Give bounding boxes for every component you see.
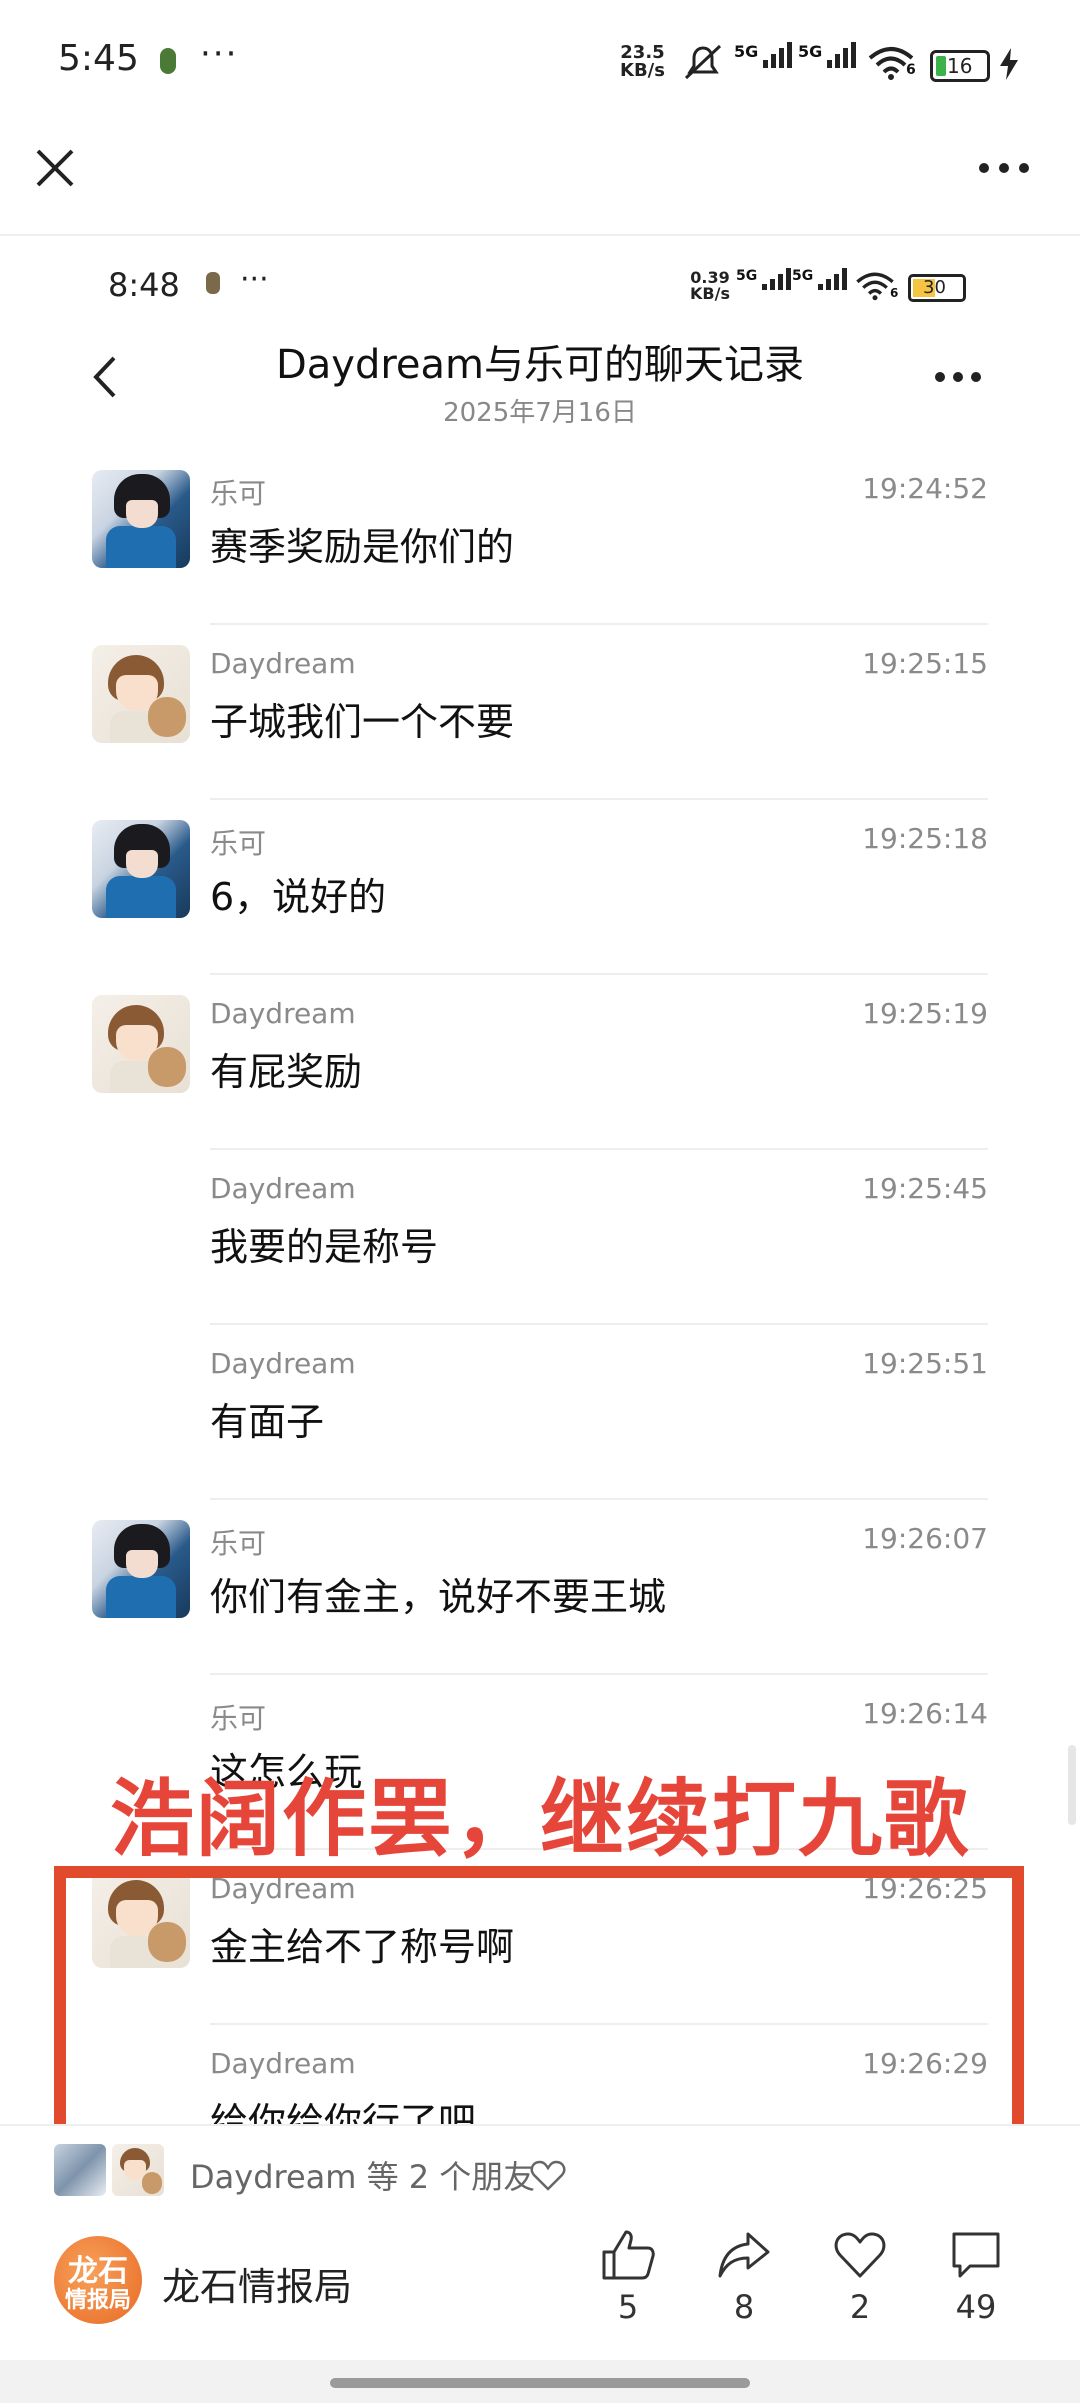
friend-avatar bbox=[112, 2144, 164, 2196]
person-icon bbox=[160, 48, 176, 74]
account-name[interactable]: 龙石情报局 bbox=[162, 2256, 352, 2311]
top-divider bbox=[0, 234, 1080, 236]
favorite-count: 2 bbox=[849, 2288, 871, 2326]
message-time: 19:25:51 bbox=[862, 1347, 988, 1380]
mute-bell-icon bbox=[684, 44, 722, 80]
message-text: 我要的是称号 bbox=[210, 1225, 439, 1269]
message-sender: 乐可 bbox=[210, 827, 267, 860]
share-icon bbox=[718, 2232, 770, 2278]
signal-5g-icon: 5G bbox=[734, 42, 795, 68]
message-text: 有屁奖励 bbox=[210, 1050, 363, 1094]
chat-more-icon[interactable] bbox=[934, 370, 982, 384]
more-options-icon[interactable] bbox=[978, 160, 1030, 176]
message-row: 乐可 19:25:18 6，说好的 bbox=[0, 800, 1080, 975]
message-text: 有面子 bbox=[210, 1400, 325, 1444]
inner-battery-icon: 30 bbox=[908, 274, 966, 302]
message-row: 乐可 19:26:07 你们有金主，说好不要王城 bbox=[0, 1500, 1080, 1675]
heart-outline-icon bbox=[530, 2160, 566, 2191]
favorite-button[interactable]: 2 bbox=[820, 2228, 900, 2326]
inner-signal-icon-2: 5G bbox=[792, 268, 850, 290]
status-bar: 5:45 ··· 23.5 KB/s 5G 5G 6 16 bbox=[0, 0, 1080, 130]
chat-date: 2025年7月16日 bbox=[443, 398, 637, 428]
message-time: 19:25:19 bbox=[862, 997, 988, 1030]
message-time: 19:24:52 bbox=[862, 472, 988, 505]
message-time: 19:25:45 bbox=[862, 1172, 988, 1205]
inner-network-speed-unit: KB/s bbox=[690, 284, 730, 303]
message-sender: Daydream bbox=[210, 1172, 356, 1205]
notification-dots: ··· bbox=[200, 34, 239, 74]
comment-icon bbox=[952, 2232, 1000, 2278]
network-speed: 23.5 KB/s bbox=[620, 44, 665, 80]
message-sender: 乐可 bbox=[210, 1527, 267, 1560]
comment-button[interactable]: 49 bbox=[936, 2228, 1016, 2326]
like-count: 5 bbox=[617, 2288, 639, 2326]
message-time: 19:25:15 bbox=[862, 647, 988, 680]
account-avatar[interactable]: 龙石 情报局 bbox=[54, 2236, 142, 2324]
message-row: Daydream 19:25:51 有面子 bbox=[0, 1325, 1080, 1500]
leke-avatar[interactable] bbox=[92, 820, 190, 918]
home-indicator[interactable] bbox=[330, 2378, 750, 2388]
inner-person-icon bbox=[206, 272, 220, 294]
inner-network-speed: 0.39 KB/s bbox=[690, 270, 730, 302]
message-time: 19:25:18 bbox=[862, 822, 988, 855]
message-time: 19:26:07 bbox=[862, 1522, 988, 1555]
comment-count: 49 bbox=[955, 2288, 997, 2326]
message-text: 你们有金主，说好不要王城 bbox=[210, 1575, 667, 1619]
battery-icon: 16 bbox=[930, 50, 990, 82]
highlight-box bbox=[54, 1866, 1024, 2126]
message-row: Daydream 19:25:45 我要的是称号 bbox=[0, 1150, 1080, 1325]
message-text: 赛季奖励是你们的 bbox=[210, 525, 515, 569]
inner-notification-dots: ··· bbox=[240, 262, 269, 297]
inner-network-type-2: 5G bbox=[792, 268, 814, 284]
message-text: 子城我们一个不要 bbox=[210, 700, 515, 744]
friend-avatar bbox=[54, 2144, 106, 2196]
friends-liked-text[interactable]: Daydream 等 2 个朋友 bbox=[190, 2152, 535, 2198]
leke-avatar[interactable] bbox=[92, 1520, 190, 1618]
inner-battery-level: 30 bbox=[923, 277, 946, 298]
message-row: 乐可 19:24:52 赛季奖励是你们的 bbox=[0, 450, 1080, 625]
message-sender: Daydream bbox=[210, 997, 356, 1030]
message-time: 19:26:14 bbox=[862, 1697, 988, 1730]
message-sender: 乐可 bbox=[210, 1702, 267, 1735]
signal-5g-icon-2: 5G bbox=[798, 42, 859, 68]
thumbs-up-icon bbox=[602, 2230, 655, 2280]
wifi-level: 6 bbox=[906, 62, 916, 78]
share-count: 8 bbox=[733, 2288, 755, 2326]
message-sender: Daydream bbox=[210, 1347, 356, 1380]
network-speed-unit: KB/s bbox=[620, 60, 665, 81]
battery-level: 16 bbox=[947, 54, 973, 78]
message-sender: Daydream bbox=[210, 647, 356, 680]
share-button[interactable]: 8 bbox=[704, 2228, 784, 2326]
message-row: Daydream 19:25:19 有屁奖励 bbox=[0, 975, 1080, 1150]
chat-title: Daydream与乐可的聊天记录 bbox=[275, 342, 805, 388]
daydream-avatar[interactable] bbox=[92, 645, 190, 743]
inner-status-time: 8:48 bbox=[108, 266, 180, 304]
message-row: Daydream 19:25:15 子城我们一个不要 bbox=[0, 625, 1080, 800]
message-text: 6，说好的 bbox=[210, 875, 387, 919]
network-type-2: 5G bbox=[798, 42, 823, 61]
scroll-indicator[interactable] bbox=[1068, 1745, 1076, 1825]
heart-icon bbox=[834, 2232, 886, 2278]
inner-wifi-level: 6 bbox=[890, 286, 899, 300]
inner-network-type-1: 5G bbox=[736, 268, 758, 284]
overlay-banner: 浩阔作罢，继续打九歌 bbox=[109, 1770, 970, 1868]
charging-icon bbox=[1000, 48, 1018, 80]
status-time: 5:45 bbox=[58, 38, 139, 79]
close-icon[interactable] bbox=[30, 143, 80, 193]
daydream-avatar[interactable] bbox=[92, 995, 190, 1093]
message-sender: 乐可 bbox=[210, 477, 267, 510]
logo-text-line2: 情报局 bbox=[64, 2288, 131, 2313]
inner-signal-icon: 5G bbox=[736, 268, 794, 290]
network-type-1: 5G bbox=[734, 42, 759, 61]
leke-avatar[interactable] bbox=[92, 470, 190, 568]
like-button[interactable]: 5 bbox=[588, 2228, 668, 2326]
